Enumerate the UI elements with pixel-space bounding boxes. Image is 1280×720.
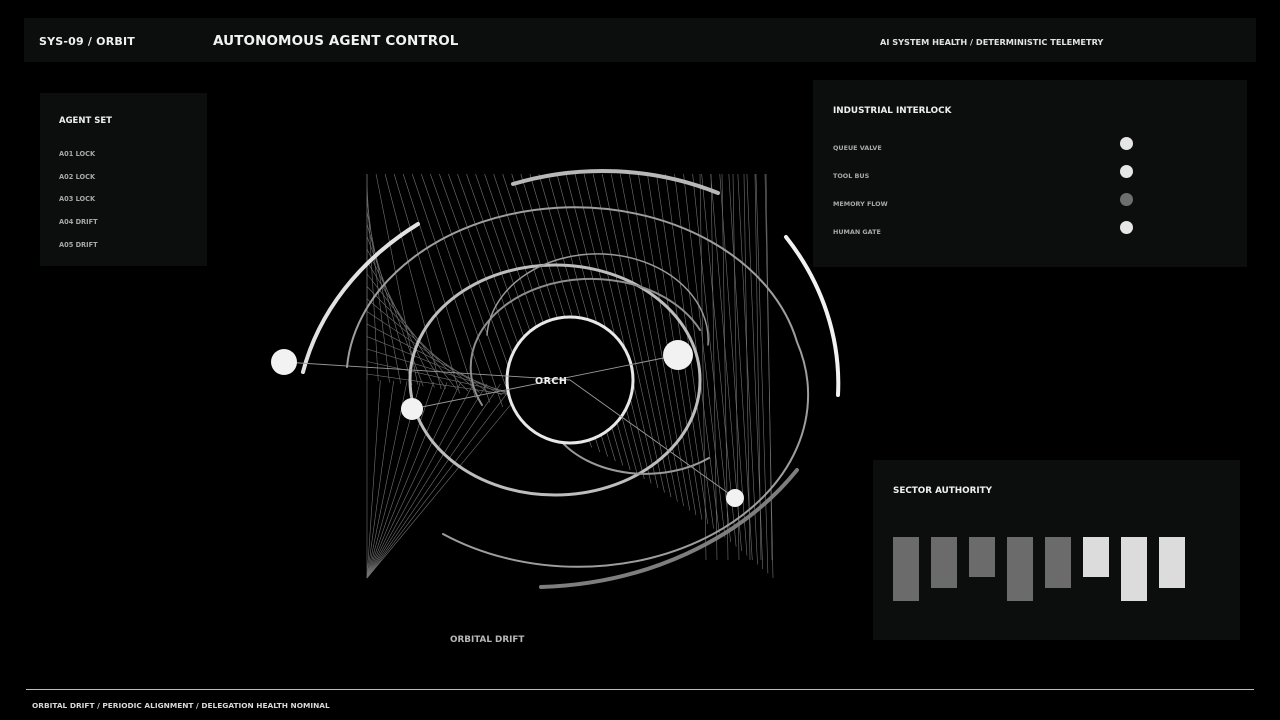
sector-authority-panel: SECTOR AUTHORITY [873, 460, 1240, 640]
sector-bar [1045, 537, 1071, 588]
industrial-interlock-panel: INDUSTRIAL INTERLOCK QUEUE VALVE TOOL BU… [813, 80, 1247, 267]
interlock-status-indicator [1120, 165, 1133, 178]
outer-arc-top [511, 168, 720, 195]
orbit-ring-lower [559, 439, 710, 475]
interlock-label-memory-flow: MEMORY FLOW [833, 200, 888, 208]
orch-center-label: ORCH [535, 376, 568, 387]
interlock-status-indicator [1120, 193, 1133, 206]
agent-node-a02 [401, 398, 423, 420]
sector-bar [969, 537, 995, 577]
footer-divider [26, 689, 1254, 690]
visualization-caption: ORBITAL DRIFT [450, 635, 525, 645]
interlock-title: INDUSTRIAL INTERLOCK [833, 106, 952, 116]
sector-bar [1159, 537, 1185, 588]
sector-bar [1121, 537, 1147, 601]
agent-node-a01 [271, 349, 297, 375]
interlock-status-indicator [1120, 137, 1133, 150]
sector-bar [1083, 537, 1109, 577]
sector-bar [1007, 537, 1033, 601]
sector-authority-title: SECTOR AUTHORITY [893, 486, 993, 496]
interlock-label-tool-bus: TOOL BUS [833, 172, 870, 180]
agent-node-a04 [726, 489, 744, 507]
interlock-label-human-gate: HUMAN GATE [833, 228, 881, 236]
interlock-status-indicator [1120, 221, 1133, 234]
interlock-label-queue-valve: QUEUE VALVE [833, 144, 882, 152]
sector-bar [931, 537, 957, 588]
footer-status: ORBITAL DRIFT / PERIODIC ALIGNMENT / DEL… [32, 701, 330, 710]
delegation-links [283, 354, 736, 499]
sector-bar [893, 537, 919, 601]
agent-node-a03 [663, 340, 693, 370]
